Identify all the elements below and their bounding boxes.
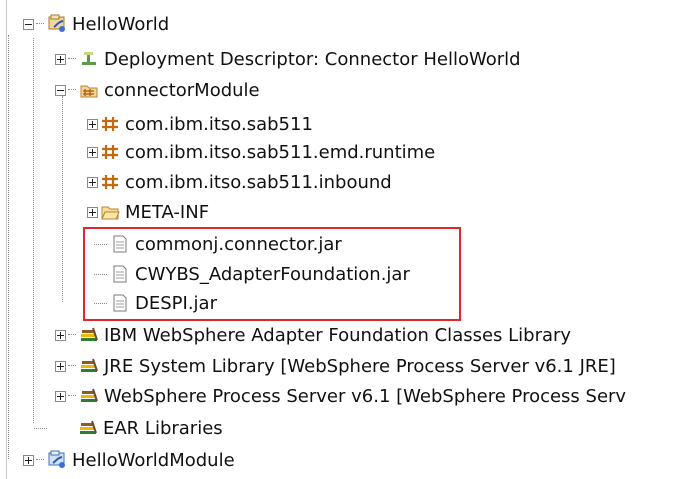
library-icon — [78, 418, 98, 438]
library-icon — [79, 325, 99, 345]
tree-item-helloworldmodule[interactable]: HelloWorldModule — [23, 445, 235, 475]
tree-item-package[interactable]: com.ibm.itso.sab511 — [87, 109, 313, 139]
package-icon — [100, 172, 120, 192]
tree-item-deployment-descriptor[interactable]: Deployment Descriptor: Connector HelloWo… — [55, 44, 521, 74]
tree-item-connectormodule[interactable]: connectorModule — [55, 75, 260, 105]
expand-toggle[interactable] — [87, 146, 98, 158]
expand-toggle[interactable] — [55, 360, 66, 372]
tree-item-label: JRE System Library [WebSphere Process Se… — [104, 355, 616, 377]
expand-toggle[interactable] — [23, 454, 34, 466]
tree-item-folder[interactable]: META-INF — [87, 197, 209, 227]
tree-item-library[interactable]: JRE System Library [WebSphere Process Se… — [55, 351, 616, 381]
tree-item-label: com.ibm.itso.sab511.emd.runtime — [125, 141, 436, 163]
library-icon — [79, 356, 99, 376]
package-icon — [100, 114, 120, 134]
expand-toggle[interactable] — [87, 176, 98, 188]
tree-item-helloworld[interactable]: HelloWorld — [23, 9, 169, 39]
project-explorer-tree[interactable]: HelloWorld Deployment Descriptor: Connec… — [0, 0, 698, 479]
module-project-icon — [47, 450, 67, 470]
tree-item-label: com.ibm.itso.sab511.inbound — [125, 171, 392, 193]
tree-item-label: HelloWorldModule — [72, 449, 235, 471]
tree-item-package[interactable]: com.ibm.itso.sab511.emd.runtime — [87, 137, 435, 167]
expand-toggle[interactable] — [55, 329, 66, 341]
tree-item-label: WebSphere Process Server v6.1 [WebSphere… — [104, 385, 627, 407]
source-folder-icon — [79, 80, 99, 100]
package-icon — [100, 142, 120, 162]
collapse-toggle[interactable] — [23, 18, 34, 30]
tree-item-label: Deployment Descriptor: Connector HelloWo… — [104, 48, 521, 70]
connector-project-icon — [47, 14, 67, 34]
tree-item-label: EAR Libraries — [103, 417, 223, 439]
tree-connector — [8, 35, 9, 459]
folder-icon — [100, 202, 120, 222]
tree-item-library[interactable]: WebSphere Process Server v6.1 [WebSphere… — [55, 381, 626, 411]
highlight-box — [83, 227, 461, 321]
expand-toggle[interactable] — [55, 390, 66, 402]
tree-connector — [34, 428, 47, 429]
expand-toggle[interactable] — [87, 206, 98, 218]
tree-item-library[interactable]: IBM WebSphere Adapter Foundation Classes… — [55, 320, 571, 350]
tree-item-label: IBM WebSphere Adapter Foundation Classes… — [104, 324, 572, 346]
tree-item-library[interactable]: EAR Libraries — [78, 413, 223, 443]
tree-item-package[interactable]: com.ibm.itso.sab511.inbound — [87, 167, 392, 197]
library-icon — [79, 386, 99, 406]
expand-toggle[interactable] — [87, 118, 98, 130]
tree-connector — [33, 38, 34, 423]
tree-item-label: com.ibm.itso.sab511 — [125, 113, 313, 135]
tree-connector — [62, 96, 63, 302]
expand-toggle[interactable] — [55, 53, 66, 65]
tree-item-label: connectorModule — [104, 79, 260, 101]
tree-item-label: META-INF — [125, 201, 210, 223]
collapse-toggle[interactable] — [55, 84, 66, 96]
tree-item-label: HelloWorld — [72, 13, 170, 35]
deployment-descriptor-icon — [79, 49, 99, 69]
